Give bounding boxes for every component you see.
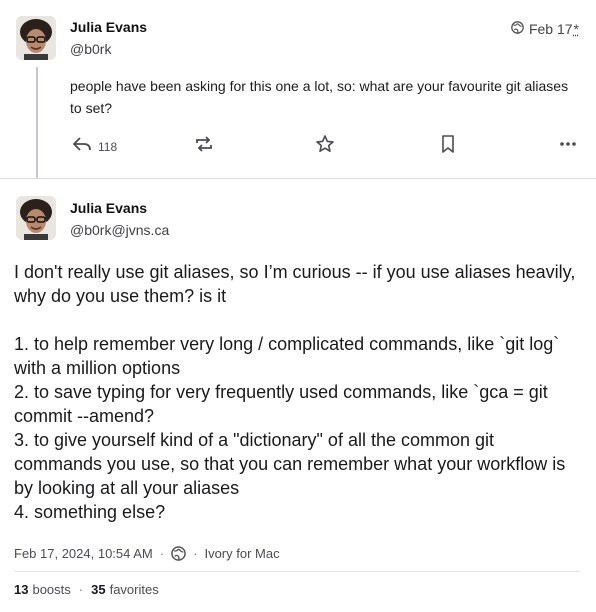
favorites-count: 35: [91, 582, 106, 597]
post-client[interactable]: Ivory for Mac: [204, 546, 279, 561]
boost-icon: [194, 134, 214, 159]
focused-post: Julia Evans @b0rk@jvns.ca I don't really…: [0, 179, 596, 612]
more-icon: [558, 134, 578, 159]
meta-divider: [14, 571, 580, 572]
author-name[interactable]: Julia Evans: [70, 200, 147, 216]
more-button[interactable]: [558, 134, 578, 159]
reply-count: 118: [98, 139, 118, 154]
separator-dot: ·: [78, 582, 84, 597]
post-date[interactable]: Feb 17 *: [511, 21, 579, 37]
post-timestamp[interactable]: Feb 17, 2024, 10:54 AM: [14, 546, 153, 561]
boost-button[interactable]: [194, 134, 214, 159]
post-paragraph: 3. to give yourself kind of a "dictionar…: [14, 430, 566, 498]
globe-icon: [511, 21, 524, 37]
boosts-count: 13: [14, 582, 29, 597]
separator-dot: ·: [193, 546, 198, 561]
post-paragraph: 4. something else?: [14, 502, 166, 522]
bookmark-icon: [438, 134, 458, 159]
parent-post: Julia Evans @b0rk Feb 17 * people have b…: [0, 0, 596, 179]
separator-dot: ·: [159, 546, 165, 561]
post-content: people have been asking for this one a l…: [70, 78, 569, 116]
post-paragraph: 2. to save typing for very frequently us…: [14, 382, 548, 426]
favorite-button[interactable]: [315, 134, 335, 159]
edited-mark: *: [573, 21, 579, 37]
reply-button[interactable]: 118: [72, 134, 117, 159]
author-name[interactable]: Julia Evans: [70, 19, 147, 35]
post-paragraph: I don't really use git aliases, so I’m c…: [14, 262, 576, 306]
reply-icon: [72, 134, 92, 159]
post-stats: 13 boosts · 35 favorites: [14, 582, 159, 597]
author-handle[interactable]: @b0rk: [70, 41, 111, 57]
favorites-stat[interactable]: 35 favorites: [91, 582, 159, 597]
post-paragraph: 1. to help remember very long / complica…: [14, 334, 560, 378]
avatar[interactable]: [16, 16, 56, 60]
date-text: Feb 17: [528, 21, 573, 37]
author-handle[interactable]: @b0rk@jvns.ca: [70, 222, 169, 238]
globe-icon: [171, 546, 186, 561]
bookmark-button[interactable]: [438, 134, 458, 159]
post-content: I don't really use git aliases, so I’m c…: [14, 260, 586, 524]
action-bar: 118: [0, 134, 596, 156]
favorites-label: favorites: [109, 582, 159, 597]
boosts-label: boosts: [32, 582, 71, 597]
post-meta: Feb 17, 2024, 10:54 AM · · Ivory for Mac: [14, 546, 280, 561]
avatar[interactable]: [16, 196, 56, 240]
star-icon: [315, 134, 335, 159]
boosts-stat[interactable]: 13 boosts: [14, 582, 71, 597]
thread-line: [36, 67, 38, 178]
